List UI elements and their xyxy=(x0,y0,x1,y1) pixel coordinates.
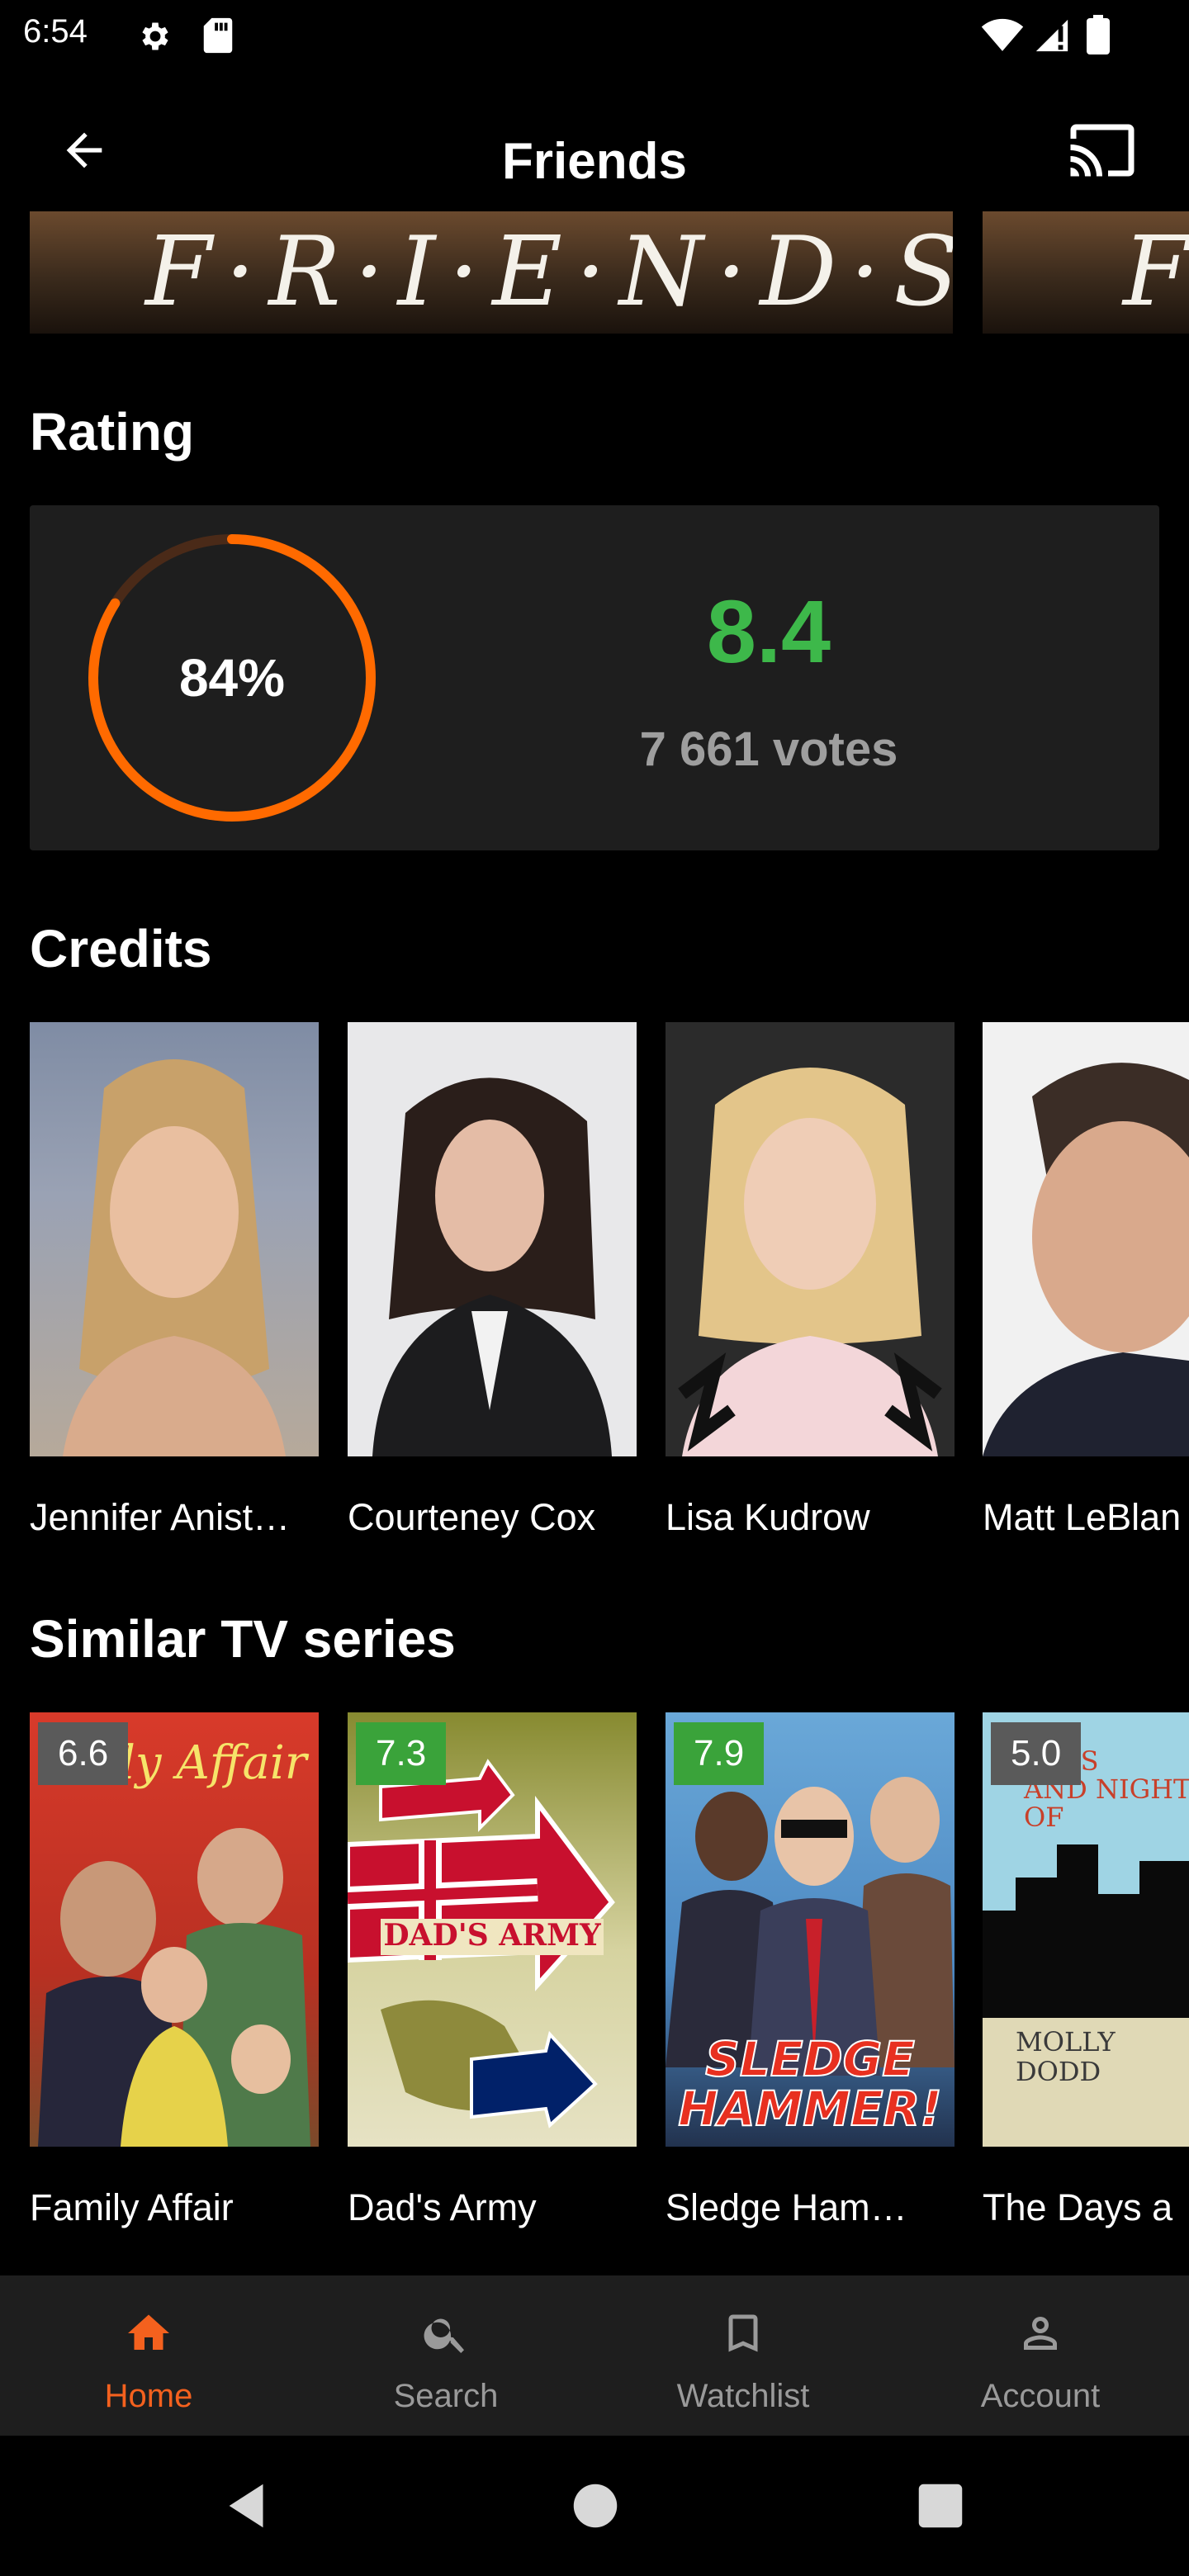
series-title: Family Affair xyxy=(30,2186,234,2228)
series-poster: DAD'S ARMY 7.3 xyxy=(348,1712,637,2147)
person-photo xyxy=(348,1022,637,1456)
nav-search[interactable]: Search xyxy=(297,2275,594,2436)
series-poster: SLEDGE HAMMER! 7.9 xyxy=(666,1712,955,2147)
similar-heading: Similar TV series xyxy=(30,1609,456,1669)
person-photo xyxy=(666,1022,955,1456)
series-title: The Days a xyxy=(983,2186,1173,2228)
search-icon xyxy=(424,2318,464,2353)
person-name: Matt LeBlan xyxy=(983,1496,1182,1538)
nav-label: Account xyxy=(980,2378,1101,2414)
series-poster: DAYS AND NIGHTS OF MOLLY DODD 5.0 xyxy=(983,1712,1189,2147)
backdrop-image[interactable]: F xyxy=(983,211,1189,334)
system-recents-button[interactable] xyxy=(912,2477,969,2535)
person-name: Courteney Cox xyxy=(348,1496,596,1538)
rating-badge: 7.3 xyxy=(356,1722,447,1785)
account-icon xyxy=(1024,2317,1057,2350)
person-photo xyxy=(983,1022,1189,1456)
rating-badge: 6.6 xyxy=(38,1722,129,1785)
gear-icon xyxy=(142,22,168,50)
series-title: Sledge Ham… xyxy=(666,2186,907,2228)
rating-badge: 5.0 xyxy=(991,1722,1082,1785)
person-name: Lisa Kudrow xyxy=(666,1496,870,1538)
poster-title: DAD'S ARMY xyxy=(383,1918,602,1953)
sd-card-icon xyxy=(203,17,233,54)
system-home-button[interactable] xyxy=(566,2477,624,2535)
nav-home[interactable]: Home xyxy=(0,2275,297,2436)
nav-watchlist[interactable]: Watchlist xyxy=(594,2275,892,2436)
home-icon xyxy=(128,2314,169,2350)
backdrop-logo: F xyxy=(1123,216,1189,328)
rating-badge: 7.9 xyxy=(674,1722,765,1785)
backdrop-image[interactable]: F·R·I·E·N·D·S xyxy=(30,211,953,334)
series-title: Dad's Army xyxy=(348,2186,537,2228)
person-photo xyxy=(30,1022,319,1456)
bookmark-icon xyxy=(728,2314,758,2352)
system-back-button[interactable] xyxy=(220,2477,277,2535)
rating-heading: Rating xyxy=(30,402,195,462)
series-poster: ly Affair 6.6 xyxy=(30,1712,319,2147)
app-bar: Friends xyxy=(0,91,1189,190)
credits-heading: Credits xyxy=(30,919,212,978)
cast-button[interactable] xyxy=(1065,116,1139,185)
backdrop-logo: F·R·I·E·N·D·S xyxy=(145,216,953,328)
bottom-navigation: Home Search Watchlist Account xyxy=(0,2275,1189,2436)
poster-title: ly Affair xyxy=(121,1736,310,1790)
nav-account[interactable]: Account xyxy=(892,2275,1189,2436)
poster-title: SLEDGE xyxy=(705,2031,915,2087)
nav-label: Search xyxy=(393,2378,499,2414)
poster-title: MOLLY xyxy=(1016,2026,1116,2057)
poster-title: DODD xyxy=(1016,2056,1101,2087)
page-title: Friends xyxy=(502,133,687,190)
nav-label: Watchlist xyxy=(676,2378,810,2414)
cast-icon xyxy=(1070,124,1135,177)
rating-votes: 7 661 votes xyxy=(639,722,898,776)
status-bar: 6:54 xyxy=(0,0,1189,69)
poster-title: OF xyxy=(1024,1802,1063,1833)
battery-icon xyxy=(1087,15,1110,54)
poster-title: HAMMER! xyxy=(678,2081,942,2137)
rating-percent: 84% xyxy=(178,648,286,708)
wifi-icon xyxy=(981,18,1024,51)
person-name: Jennifer Anist… xyxy=(30,1496,291,1538)
status-time: 6:54 xyxy=(23,13,88,50)
signal-icon xyxy=(1035,19,1068,52)
nav-label: Home xyxy=(104,2378,193,2414)
rating-score: 8.4 xyxy=(706,581,831,681)
rating-card: 84% 8.4 7 661 votes xyxy=(30,505,1159,850)
system-navigation-bar xyxy=(0,2436,1189,2576)
